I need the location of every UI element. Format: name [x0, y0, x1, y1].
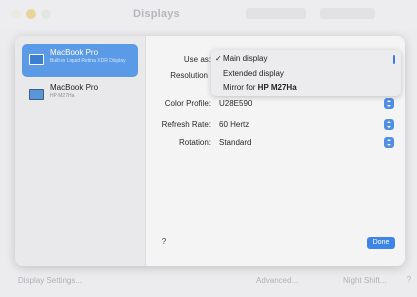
close-window-button[interactable] [11, 9, 21, 19]
mirror-target: HP M27Ha [257, 83, 297, 92]
menu-item-label: Mirror for HP M27Ha [223, 81, 297, 94]
done-button[interactable]: Done [367, 237, 395, 249]
minimize-window-button[interactable] [26, 9, 36, 19]
display-item-name: MacBook Pro [50, 48, 99, 57]
refresh-rate-label: Refresh Rate: [161, 120, 211, 129]
laptop-display-icon [29, 54, 44, 65]
menu-item-label: Extended display [223, 69, 284, 78]
mirror-prefix: Mirror for [223, 83, 258, 92]
color-profile-label: Color Profile: [164, 99, 211, 108]
display-item-name: MacBook Pro [50, 83, 99, 92]
chevron-updown-icon [384, 137, 394, 148]
chevron-updown-icon [384, 98, 394, 109]
zoom-window-button[interactable] [41, 9, 51, 19]
checkmark-icon: ✓ [215, 54, 222, 63]
display-settings-button[interactable]: Display Settings... [18, 276, 82, 285]
menu-item-mirror[interactable]: Mirror for HP M27Ha [211, 81, 381, 94]
menu-scroll-indicator [393, 55, 395, 64]
display-item-hp[interactable]: MacBook Pro HP M27Ha [22, 79, 138, 112]
use-as-menu: ✓ Main display Extended display Mirror f… [211, 50, 401, 96]
refresh-rate-value: 60 Hertz [219, 120, 250, 129]
night-shift-button[interactable]: Night Shift... [343, 276, 387, 285]
title-bar: Displays [0, 0, 417, 30]
resolution-label: Resolution [170, 71, 208, 80]
color-profile-value: U28E590 [219, 99, 253, 108]
rotation-label: Rotation: [178, 138, 211, 147]
toolbar-placeholder [246, 8, 306, 19]
window-title: Displays [133, 8, 180, 20]
refresh-rate-select[interactable]: 60 Hertz [213, 118, 400, 131]
rotation-value: Standard [219, 138, 252, 147]
displays-window: Displays MacBook Pro Built-in Liquid Ret… [0, 0, 417, 297]
external-display-icon [29, 89, 44, 100]
help-button[interactable]: ? [159, 237, 169, 247]
color-profile-select[interactable]: U28E590 [213, 97, 400, 110]
use-as-label: Use as: [183, 55, 211, 64]
menu-item-main-display[interactable]: ✓ Main display [211, 52, 381, 65]
menu-item-extended-display[interactable]: Extended display [211, 67, 381, 80]
rotation-select[interactable]: Standard [213, 136, 400, 149]
chevron-updown-icon [384, 119, 394, 130]
display-item-subtitle: HP M27Ha [50, 93, 75, 99]
display-item-subtitle: Built-in Liquid Retina XDR Display [50, 58, 126, 64]
menu-item-label: Main display [223, 54, 268, 63]
advanced-button[interactable]: Advanced... [256, 276, 298, 285]
display-list-sidebar: MacBook Pro Built-in Liquid Retina XDR D… [15, 36, 146, 266]
display-item-builtin[interactable]: MacBook Pro Built-in Liquid Retina XDR D… [22, 44, 138, 77]
toolbar-placeholder [320, 8, 375, 19]
bottom-help-button[interactable]: ? [404, 275, 414, 285]
